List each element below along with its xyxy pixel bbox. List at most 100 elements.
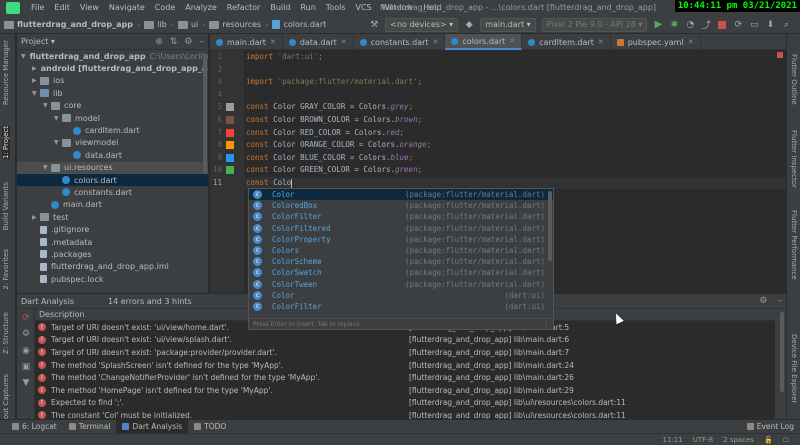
expand-arrow-icon[interactable]: ▼ [54, 115, 62, 122]
tool-tab-structure[interactable]: Z: Structure [2, 312, 10, 354]
tree-node[interactable]: main.dart [17, 199, 208, 211]
completion-item[interactable]: c Color (dart:ui) [249, 290, 553, 301]
completion-scrollbar[interactable] [548, 191, 552, 261]
menu-vcs[interactable]: VCS [351, 0, 377, 16]
tool-tab-logcat[interactable]: 6: Logcat [6, 420, 63, 434]
tool-tab-flutter-outline[interactable]: Flutter Outline [790, 54, 798, 105]
tree-node[interactable]: .packages [17, 248, 208, 260]
collapse-all-icon[interactable]: ⇅ [170, 37, 178, 47]
editor-tab[interactable]: cardItem.dart ✕ [522, 34, 611, 50]
tree-node[interactable]: pubspec.lock [17, 273, 208, 285]
menu-refactor[interactable]: Refactor [222, 0, 266, 16]
tree-node[interactable]: ▼ viewmodel [17, 137, 208, 149]
completion-item[interactable]: c ColorFilter (package:flutter/material.da… [249, 211, 553, 222]
minimize-icon[interactable]: – [200, 37, 205, 47]
completion-item[interactable]: c Color (package:flutter/material.dart) [249, 189, 553, 201]
locate-icon[interactable]: ⊕ [155, 37, 163, 47]
menu-navigate[interactable]: Navigate [104, 0, 150, 16]
tool-tab-project[interactable]: 1: Project [2, 126, 10, 159]
expand-arrow-icon[interactable]: ▼ [32, 90, 40, 97]
expand-arrow-icon[interactable]: ▼ [54, 139, 62, 146]
menu-edit[interactable]: Edit [49, 0, 75, 16]
settings-icon[interactable]: ⚙ [21, 329, 31, 339]
color-swatch[interactable] [226, 116, 234, 124]
close-icon[interactable]: ✕ [509, 37, 515, 45]
analysis-row[interactable]: ! The method 'ChangeNotifierProvider' isn… [35, 371, 775, 384]
error-stripe-marker[interactable] [777, 52, 783, 58]
completion-item[interactable]: c ColoredBox (package:flutter/material.dar… [249, 200, 553, 211]
completion-item[interactable]: c ColorScheme (package:flutter/material.da… [249, 256, 553, 267]
minimize-icon[interactable]: – [778, 296, 783, 306]
tree-node[interactable]: cardItem.dart [17, 124, 208, 136]
tool-tab-build-variants[interactable]: Build Variants [2, 182, 10, 230]
analysis-scrollbar[interactable] [780, 312, 784, 392]
tree-node[interactable]: flutterdrag_and_drop_app.iml [17, 261, 208, 273]
tree-node[interactable]: ▼ lib [17, 87, 208, 99]
breadcrumb-resources[interactable]: resources › [209, 20, 272, 29]
tool-tab-dart-analysis[interactable]: Dart Analysis [116, 419, 189, 434]
tool-tab-flutter-performance[interactable]: Flutter Performance [790, 210, 798, 280]
menu-file[interactable]: File [26, 0, 49, 16]
stop-button[interactable] [714, 18, 730, 32]
emulator-selector[interactable]: Pixel 2 Pie 9.0 - API 28 ▾ [541, 17, 648, 32]
completion-item[interactable]: c ColorProperty (package:flutter/material.… [249, 234, 553, 245]
tool-tab-terminal[interactable]: Terminal [63, 420, 117, 434]
menu-analyze[interactable]: Analyze [180, 0, 222, 16]
tree-node[interactable]: ▶android [flutterdrag_and_drop_app_andro… [17, 62, 208, 74]
analysis-row[interactable]: ! The method 'SplashScreen' isn't defined… [35, 359, 775, 372]
editor-tab[interactable]: constants.dart ✕ [354, 34, 446, 50]
breadcrumb-file[interactable]: colors.dart [272, 20, 326, 29]
editor-tab[interactable]: data.dart ✕ [283, 34, 354, 50]
hammer-icon[interactable]: ⚒ [366, 18, 382, 32]
breadcrumb-ui[interactable]: ui › [177, 20, 210, 29]
sdk-manager-icon[interactable]: ⬇ [762, 18, 778, 32]
tree-node[interactable]: .metadata [17, 236, 208, 248]
refresh-icon[interactable]: ⟳ [21, 313, 31, 323]
editor-tab[interactable]: main.dart ✕ [210, 34, 283, 50]
collapse-arrow-icon[interactable]: ▶ [32, 65, 37, 72]
tree-node[interactable]: data.dart [17, 149, 208, 161]
search-icon[interactable]: ⌕ [778, 18, 794, 32]
tree-node[interactable]: ▼ flutterdrag_and_drop_app C:\Users\Lorill… [17, 50, 208, 62]
tree-node[interactable]: .gitignore [17, 223, 208, 235]
menu-run[interactable]: Run [295, 0, 320, 16]
analysis-row[interactable]: ! Target of URI doesn't exist: 'ui/view/s… [35, 334, 775, 347]
error-filter-icon[interactable]: ◉ [21, 346, 31, 356]
tool-tab-flutter-inspector[interactable]: Flutter Inspector [790, 130, 798, 188]
close-icon[interactable]: ✕ [270, 38, 276, 46]
completion-item[interactable]: c ColorSwatch (package:flutter/material.da… [249, 267, 553, 278]
event-bell-icon[interactable]: ☖ [778, 436, 794, 444]
device-selector[interactable]: <no devices> ▾ [385, 17, 459, 32]
gear-icon[interactable]: ⚙ [184, 37, 192, 47]
run-icon[interactable]: ▶ [650, 18, 666, 32]
menu-build[interactable]: Build [265, 0, 295, 16]
gear-icon[interactable]: ⚙ [759, 296, 767, 306]
tool-tab-event-log[interactable]: Event Log [741, 420, 800, 434]
completion-item[interactable]: c ColorFiltered (package:flutter/material.… [249, 223, 553, 234]
editor-tab[interactable]: pubspec.yaml ✕ [611, 34, 701, 50]
tree-node[interactable]: ▶ test [17, 211, 208, 223]
indent-setting[interactable]: 2 spaces [718, 436, 759, 444]
tree-node[interactable]: ▶ ios [17, 75, 208, 87]
tree-node[interactable]: colors.dart [17, 173, 208, 187]
menu-tools[interactable]: Tools [321, 0, 351, 16]
color-swatch[interactable] [226, 103, 234, 112]
tree-node[interactable]: constants.dart [17, 186, 208, 198]
tool-tab-favorites[interactable]: 2: Favorites [2, 249, 10, 290]
analysis-row[interactable]: ! The method 'HomePage' isn't defined for… [35, 384, 775, 397]
completion-item[interactable]: c ColorFilter (dart:ui) [249, 301, 553, 312]
filter-icon[interactable]: ▼ [21, 378, 31, 388]
warning-filter-icon[interactable]: ▣ [21, 362, 31, 372]
run-config-selector[interactable]: main.dart ▾ [480, 17, 536, 32]
sync-icon[interactable]: ⟳ [730, 18, 746, 32]
close-icon[interactable]: ✕ [341, 38, 347, 46]
color-swatch[interactable] [226, 141, 234, 150]
collapse-arrow-icon[interactable]: ▶ [32, 214, 40, 221]
completion-item[interactable]: c ColorTween (package:flutter/material.dar… [249, 279, 553, 290]
close-icon[interactable]: ✕ [688, 38, 694, 46]
project-scrollbar[interactable] [203, 54, 207, 174]
completion-item[interactable]: c Colors (package:flutter/material.dart) [249, 245, 553, 256]
expand-arrow-icon[interactable]: ▼ [43, 102, 51, 109]
avd-manager-icon[interactable]: ▭ [746, 18, 762, 32]
menu-view[interactable]: View [75, 0, 104, 16]
